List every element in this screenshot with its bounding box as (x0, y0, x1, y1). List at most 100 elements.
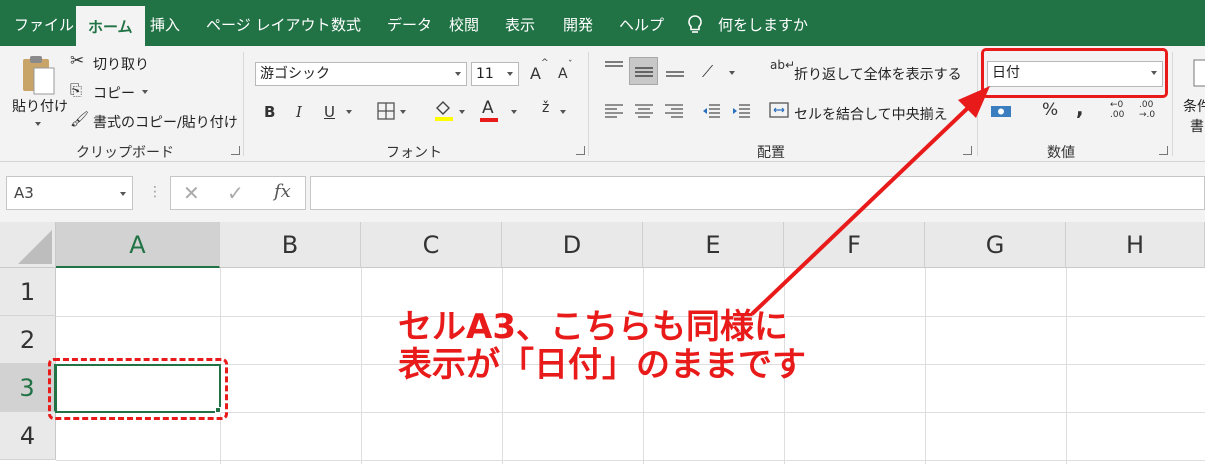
caret-up-icon: ^ (541, 58, 549, 68)
cut-button[interactable]: 切り取り (93, 54, 149, 74)
font-size-select[interactable]: 11 (471, 62, 519, 86)
merge-center-icon (769, 102, 789, 118)
increase-decimal-icon[interactable]: ←0.00 (1110, 100, 1124, 120)
align-bottom-icon[interactable] (665, 64, 685, 80)
name-box[interactable]: A3 (6, 176, 133, 210)
shrink-font-button[interactable]: A (558, 66, 568, 82)
conditional-format-icon[interactable] (1192, 58, 1205, 88)
column-header-b[interactable]: B (220, 222, 361, 268)
annotation-text: セルA3、こちらも同様に 表示が「日付」のままです (398, 308, 806, 384)
currency-icon[interactable] (990, 103, 1012, 119)
formula-buttons: ✕ ✓ fx (170, 176, 306, 210)
format-painter-button[interactable]: 書式のコピー/貼り付け (93, 112, 238, 132)
align-center-icon[interactable] (634, 103, 654, 119)
tab-formulas[interactable]: 数式 (331, 0, 361, 46)
decrease-indent-icon[interactable] (701, 103, 721, 119)
fill-color-icon[interactable] (433, 99, 455, 121)
scissors-icon: ✂ (70, 51, 85, 71)
gridline (1066, 268, 1067, 464)
highlight-cell-a3 (48, 358, 228, 420)
annotation-line-1: セルA3、こちらも同様に (398, 307, 788, 347)
gridline (361, 268, 362, 464)
column-header-c[interactable]: C (361, 222, 502, 268)
orientation-icon[interactable]: ⟋ (702, 62, 713, 82)
tab-home[interactable]: ホーム (76, 6, 145, 46)
increase-indent-icon[interactable] (731, 103, 751, 119)
check-icon[interactable]: ✓ (227, 181, 244, 205)
cancel-icon[interactable]: ✕ (183, 181, 200, 205)
lightbulb-icon[interactable] (686, 14, 704, 36)
borders-icon[interactable] (377, 102, 395, 120)
column-header-e[interactable]: E (643, 222, 784, 268)
group-label-number: 数値 (1047, 145, 1075, 161)
formula-input[interactable] (310, 176, 1205, 210)
underline-dropdown[interactable] (346, 110, 352, 114)
phonetic-icon[interactable]: ž (542, 100, 549, 116)
grow-font-button[interactable]: A (530, 64, 541, 83)
conditional-format-button[interactable]: 条件 (1183, 96, 1205, 116)
column-header-f[interactable]: F (784, 222, 925, 268)
formula-bar: A3 ⋮ ✕ ✓ fx (0, 162, 1205, 222)
align-middle-icon (635, 67, 653, 77)
tab-file[interactable]: ファイル (14, 0, 74, 46)
select-all-corner[interactable] (0, 222, 56, 268)
insert-function-button[interactable]: fx (274, 181, 291, 202)
column-header-d[interactable]: D (502, 222, 643, 268)
row-header-4[interactable]: 4 (0, 412, 56, 460)
italic-button[interactable]: I (296, 103, 302, 121)
gridline (925, 268, 926, 464)
drag-handle-icon[interactable]: ⋮ (148, 184, 162, 200)
divider (1172, 52, 1173, 156)
alignment-launcher-icon[interactable] (963, 146, 972, 155)
chevron-down-icon (507, 72, 513, 76)
paste-icon[interactable] (20, 54, 56, 96)
tab-page-layout[interactable]: ページ レイアウト (206, 0, 330, 46)
tell-me-search[interactable]: 何をしますか (718, 0, 808, 46)
tab-data[interactable]: データ (387, 0, 432, 46)
align-top-icon[interactable] (604, 60, 624, 74)
chevron-down-icon (120, 192, 126, 196)
column-header-a[interactable]: A (56, 222, 220, 268)
tab-developer[interactable]: 開発 (563, 0, 593, 46)
copy-button[interactable]: コピー (93, 83, 135, 103)
align-left-icon[interactable] (604, 103, 624, 119)
merge-center-button[interactable]: セルを結合して中央揃え (794, 104, 948, 124)
font-color-dropdown[interactable] (511, 110, 517, 114)
align-right-icon[interactable] (664, 103, 684, 119)
divider (588, 52, 589, 156)
font-size-value: 11 (476, 66, 494, 82)
fill-color-dropdown[interactable] (459, 110, 465, 114)
wrap-text-button[interactable]: 折り返して全体を表示する (794, 64, 962, 84)
row-header-2[interactable]: 2 (0, 316, 56, 364)
group-label-alignment: 配置 (757, 145, 785, 161)
font-name-select[interactable]: 游ゴシック (255, 62, 467, 86)
paste-dropdown[interactable] (35, 122, 41, 126)
copy-dropdown[interactable] (142, 90, 148, 94)
paste-button[interactable]: 貼り付け (12, 96, 68, 116)
clipboard-launcher-icon[interactable] (231, 146, 240, 155)
row-header-1[interactable]: 1 (0, 268, 56, 316)
percent-button[interactable]: % (1042, 100, 1058, 120)
format-painter-icon: 🖌 (70, 110, 90, 128)
ribbon-tab-bar: ファイル ホーム 挿入 ページ レイアウト 数式 データ 校閲 表示 開発 ヘル… (0, 0, 1205, 46)
tab-help[interactable]: ヘルプ (619, 0, 664, 46)
underline-button[interactable]: U (324, 103, 335, 121)
tab-view[interactable]: 表示 (505, 0, 535, 46)
column-header-g[interactable]: G (925, 222, 1066, 268)
tab-review[interactable]: 校閲 (449, 0, 479, 46)
number-launcher-icon[interactable] (1159, 146, 1168, 155)
column-header-h[interactable]: H (1066, 222, 1205, 268)
phonetic-dropdown[interactable] (560, 110, 566, 114)
group-label-font: フォント (386, 145, 442, 161)
font-name-value: 游ゴシック (260, 66, 330, 82)
bold-button[interactable]: B (264, 103, 275, 121)
tab-insert[interactable]: 挿入 (150, 0, 180, 46)
copy-icon: ⎘ (70, 81, 83, 99)
decrease-decimal-icon[interactable]: .00 →.0 (1139, 100, 1155, 120)
borders-dropdown[interactable] (400, 110, 406, 114)
gridline (56, 412, 1205, 413)
comma-button[interactable]: , (1076, 96, 1084, 120)
font-launcher-icon[interactable] (576, 146, 585, 155)
font-color-button[interactable]: A (482, 98, 494, 118)
orientation-dropdown[interactable] (729, 71, 735, 75)
